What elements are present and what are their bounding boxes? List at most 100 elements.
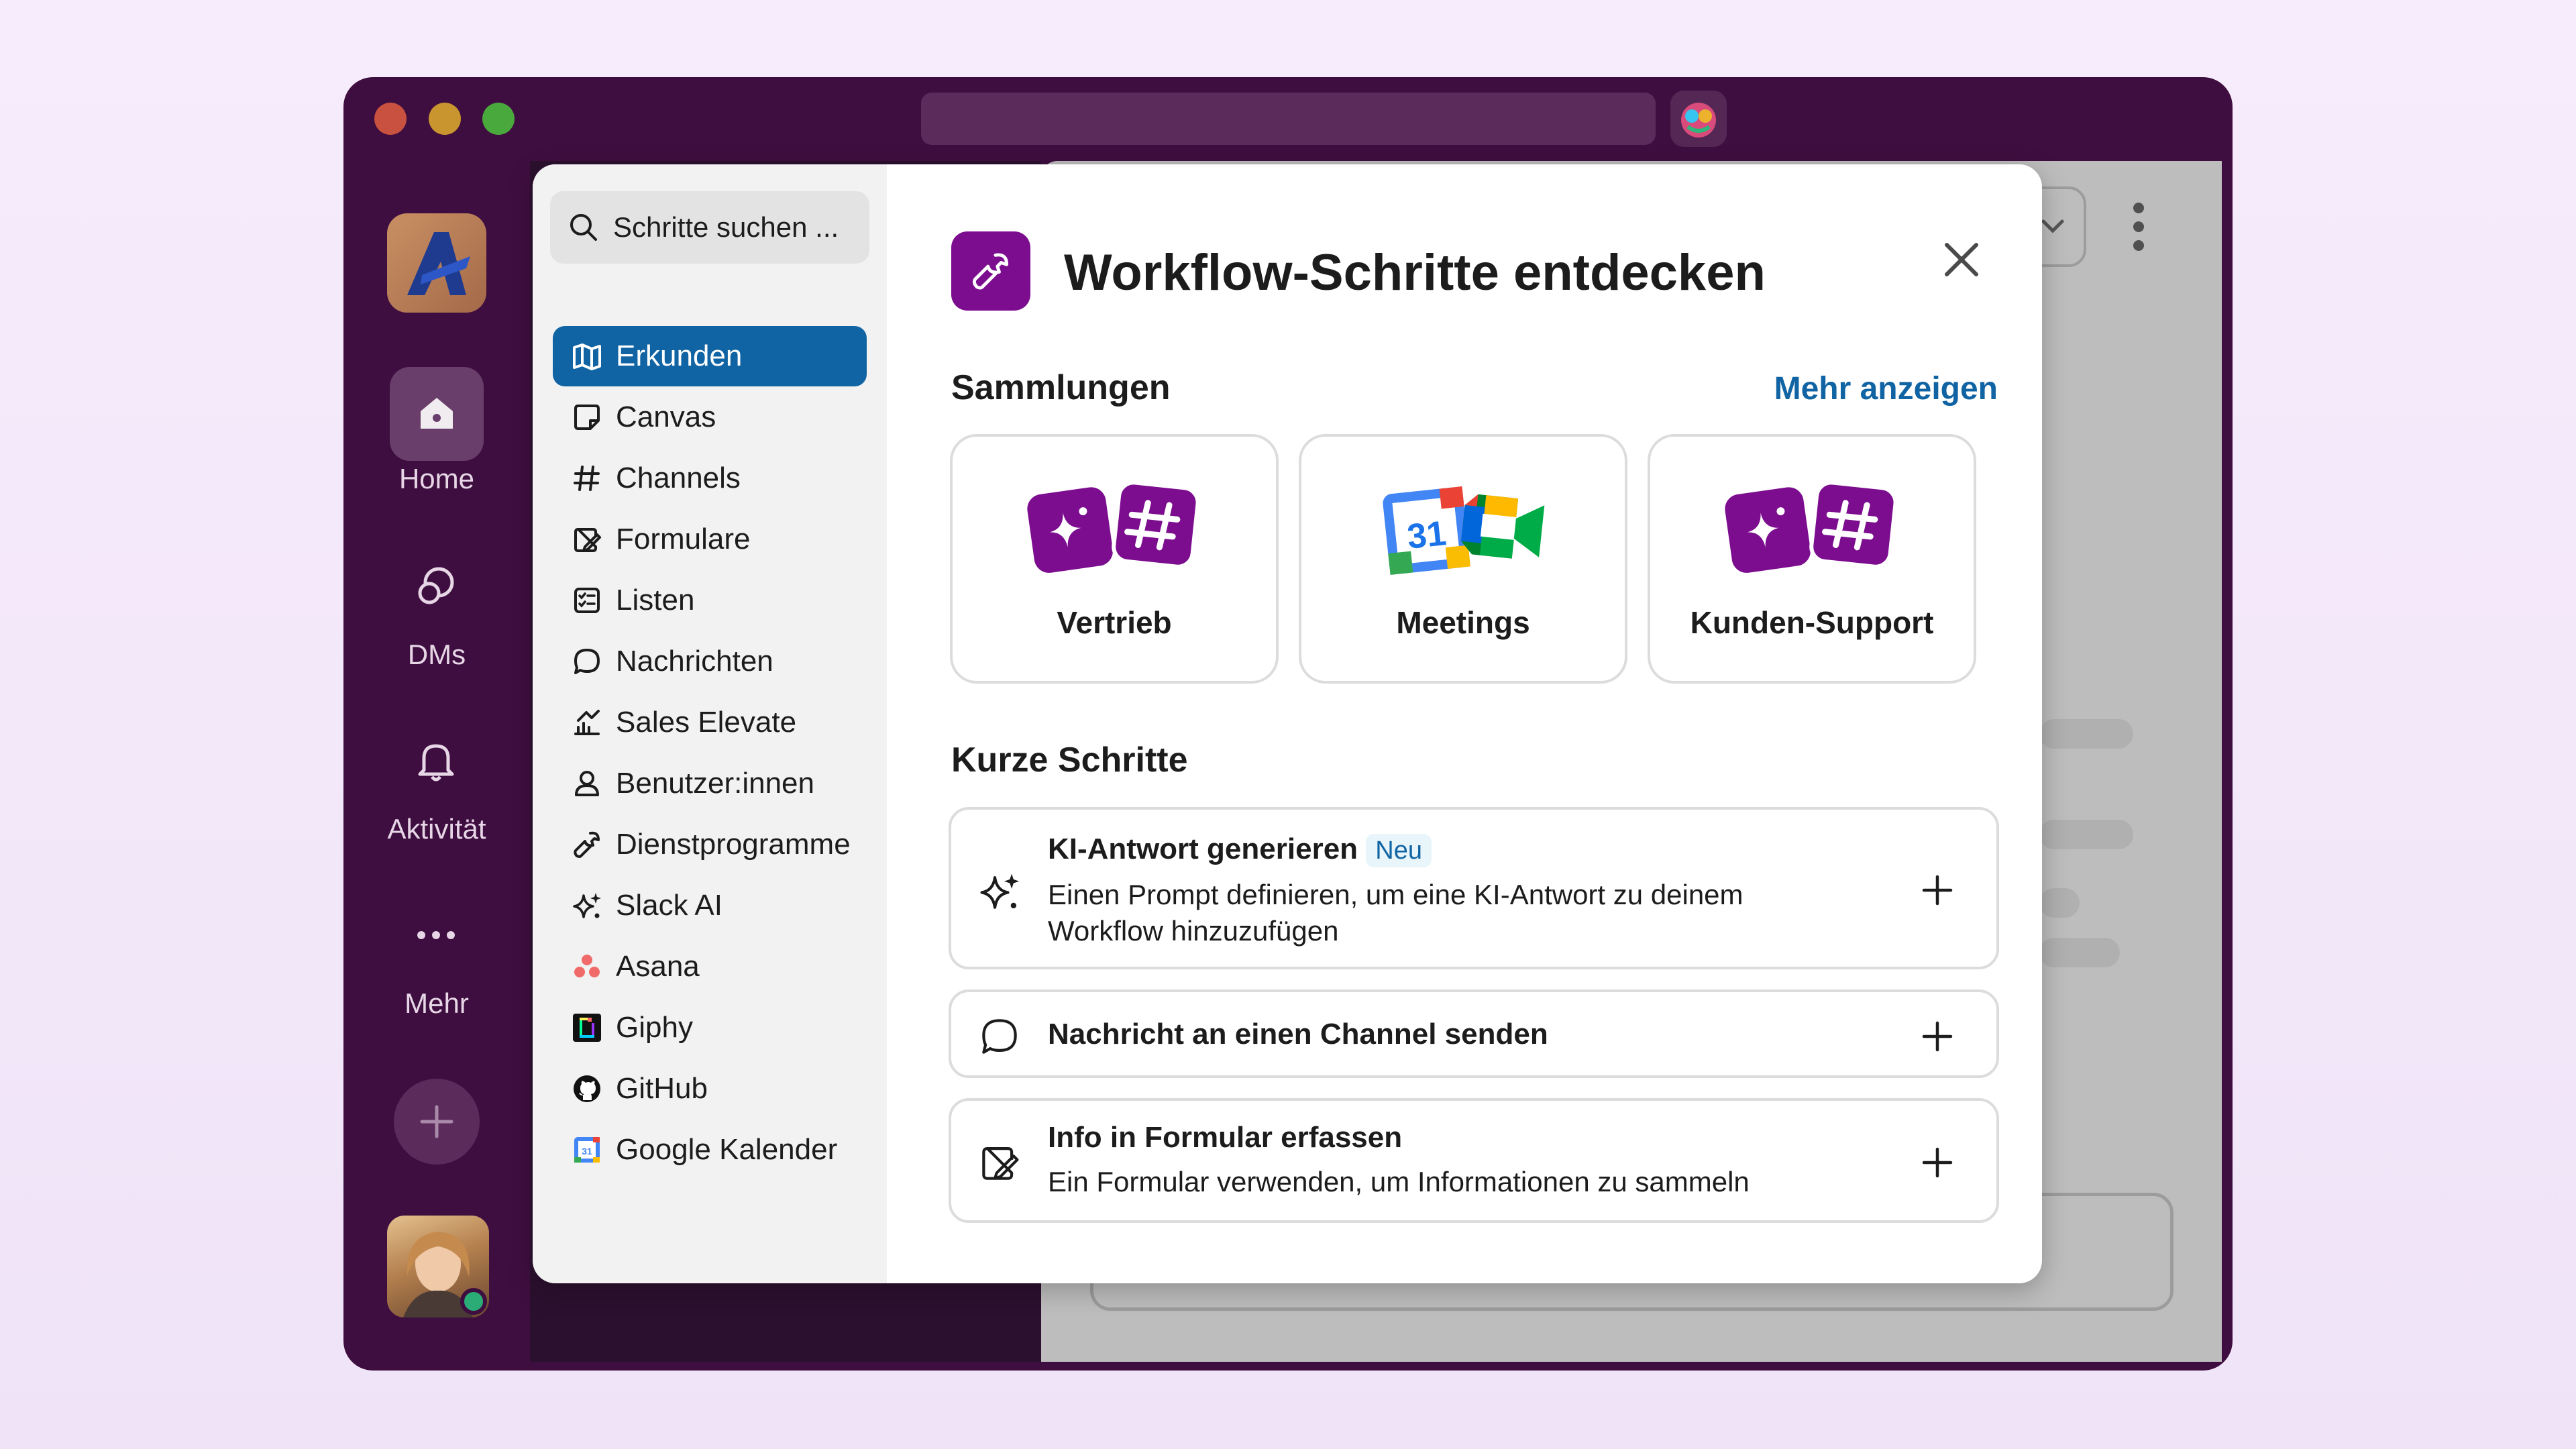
workspace-logo[interactable] <box>387 213 486 313</box>
presence-indicator <box>460 1288 487 1315</box>
nav-item-channels[interactable]: Channels <box>553 448 867 508</box>
add-step-plus-icon[interactable] <box>1919 1018 1956 1055</box>
nav-item-github[interactable]: GitHub <box>553 1059 867 1119</box>
dm-bubbles-icon[interactable] <box>412 562 460 610</box>
kebab-menu-icon[interactable] <box>2131 201 2147 252</box>
nav-item-sales-elevate[interactable]: Sales Elevate <box>553 692 867 753</box>
collection-art: 31 <box>1301 477 1625 578</box>
nav-label: Google Kalender <box>616 1133 838 1166</box>
bell-icon[interactable] <box>412 737 460 785</box>
github-icon <box>572 1073 602 1104</box>
collection-label: Vertrieb <box>1057 605 1172 640</box>
nav-label: Benutzer:innen <box>616 767 814 800</box>
giphy-icon <box>572 1012 602 1043</box>
steps-search-input[interactable]: Schritte suchen ... <box>550 191 869 264</box>
placeholder-line <box>2039 820 2133 849</box>
quick-steps-heading: Kurze Schritte <box>951 741 1188 780</box>
add-step-plus-icon[interactable] <box>1919 871 1956 909</box>
user-icon <box>572 768 602 799</box>
sales-elevate-icon <box>572 707 602 738</box>
nav-label: Canvas <box>616 400 716 433</box>
close-window-dot[interactable] <box>374 103 407 135</box>
workflow-header-icon <box>951 231 1030 311</box>
nav-label: Asana <box>616 950 700 983</box>
nav-label: Nachrichten <box>616 645 773 678</box>
step-title-text: KI-Antwort generieren <box>1048 833 1358 865</box>
nav-label: Giphy <box>616 1011 693 1044</box>
form-icon <box>982 1147 1019 1180</box>
new-badge: Neu <box>1366 834 1432 867</box>
message-icon <box>982 1019 1017 1054</box>
calendar-day-number: 31 <box>582 1146 592 1157</box>
more-dots-icon[interactable] <box>412 922 460 949</box>
placeholder-line <box>2039 888 2080 918</box>
add-workspace-button[interactable] <box>394 1079 480 1165</box>
step-description: Einen Prompt definieren, um eine KI-Antw… <box>1048 879 1743 947</box>
nav-label: Erkunden <box>616 339 743 372</box>
rail-label-mehr[interactable]: Mehr <box>343 987 531 1020</box>
calendar-meet-icon: 31 <box>1383 486 1545 575</box>
slackbot-icon[interactable] <box>1670 91 1727 147</box>
step-nachricht-senden[interactable]: Nachricht an einen Channel senden <box>949 989 1999 1078</box>
nav-item-formulare[interactable]: Formulare <box>553 509 867 570</box>
nav-item-benutzerinnen[interactable]: Benutzer:innen <box>553 753 867 814</box>
search-icon <box>570 214 597 241</box>
calendar-day-number: 31 <box>1405 514 1448 557</box>
nav-label: Slack AI <box>616 889 722 922</box>
sparkle-hash-icon <box>1725 480 1898 573</box>
step-title: Info in Formular erfassen <box>1048 1121 1403 1154</box>
step-title: KI-Antwort generieren Neu <box>1048 833 1432 867</box>
sparkle-hash-icon <box>1027 480 1200 573</box>
nav-item-canvas[interactable]: Canvas <box>553 387 867 447</box>
nav-item-listen[interactable]: Listen <box>553 570 867 631</box>
nav-item-google-kalender[interactable]: 31 Google Kalender <box>553 1120 867 1180</box>
nav-label: Channels <box>616 462 741 494</box>
collection-art <box>953 477 1276 578</box>
canvas-icon <box>572 402 602 433</box>
nav-item-nachrichten[interactable]: Nachrichten <box>553 631 867 692</box>
search-placeholder: Schritte suchen ... <box>613 211 839 243</box>
nav-item-slack-ai[interactable]: Slack AI <box>553 875 867 936</box>
rail-label-aktivitaet[interactable]: Aktivität <box>343 813 531 845</box>
collection-card-meetings[interactable]: 31 Meetings <box>1299 434 1627 684</box>
google-calendar-icon: 31 <box>572 1134 602 1165</box>
nav-label: Sales Elevate <box>616 706 797 739</box>
nav-item-erkunden[interactable]: Erkunden <box>553 326 867 386</box>
nav-label: Listen <box>616 584 695 616</box>
home-button[interactable] <box>390 367 484 461</box>
form-icon <box>572 524 602 555</box>
show-more-link[interactable]: Mehr anzeigen <box>1763 370 1998 407</box>
collection-card-vertrieb[interactable]: Vertrieb <box>950 434 1279 684</box>
placeholder-line <box>2039 719 2133 749</box>
step-title: Nachricht an einen Channel senden <box>1048 1018 1548 1051</box>
nav-item-asana[interactable]: Asana <box>553 936 867 997</box>
step-ki-antwort[interactable]: KI-Antwort generieren Neu Einen Prompt d… <box>949 807 1999 969</box>
nav-label: Formulare <box>616 523 751 555</box>
rail-label-dms[interactable]: DMs <box>343 639 531 671</box>
collection-card-kunden-support[interactable]: Kunden-Support <box>1648 434 1976 684</box>
modal-sidebar: Schritte suchen ... Erkunden Canvas Chan… <box>533 164 887 1283</box>
collection-label: Meetings <box>1396 605 1530 640</box>
add-step-plus-icon[interactable] <box>1919 1144 1956 1181</box>
sparkle-icon <box>572 890 602 921</box>
titlebar-search-bar[interactable] <box>921 93 1656 145</box>
placeholder-line <box>2039 938 2120 967</box>
collections-heading: Sammlungen <box>951 368 1171 407</box>
collection-art <box>1650 477 1974 578</box>
step-formular-erfassen[interactable]: Info in Formular erfassen Ein Formular v… <box>949 1098 1999 1223</box>
rail-label-home[interactable]: Home <box>343 463 531 495</box>
step-description: Ein Formular verwenden, um Informationen… <box>1048 1166 1750 1197</box>
message-icon <box>572 646 602 677</box>
modal-title: Workflow-Schritte entdecken <box>1064 244 1766 301</box>
collection-label: Kunden-Support <box>1690 605 1934 640</box>
close-icon[interactable] <box>1928 226 1995 293</box>
nav-label: GitHub <box>616 1072 708 1105</box>
minimize-window-dot[interactable] <box>429 103 461 135</box>
sparkle-icon <box>980 873 1020 909</box>
asana-icon <box>572 951 602 982</box>
nav-item-giphy[interactable]: Giphy <box>553 998 867 1058</box>
home-icon <box>421 398 453 429</box>
list-icon <box>572 585 602 616</box>
nav-item-dienstprogramme[interactable]: Dienstprogramme <box>553 814 867 875</box>
maximize-window-dot[interactable] <box>482 103 515 135</box>
